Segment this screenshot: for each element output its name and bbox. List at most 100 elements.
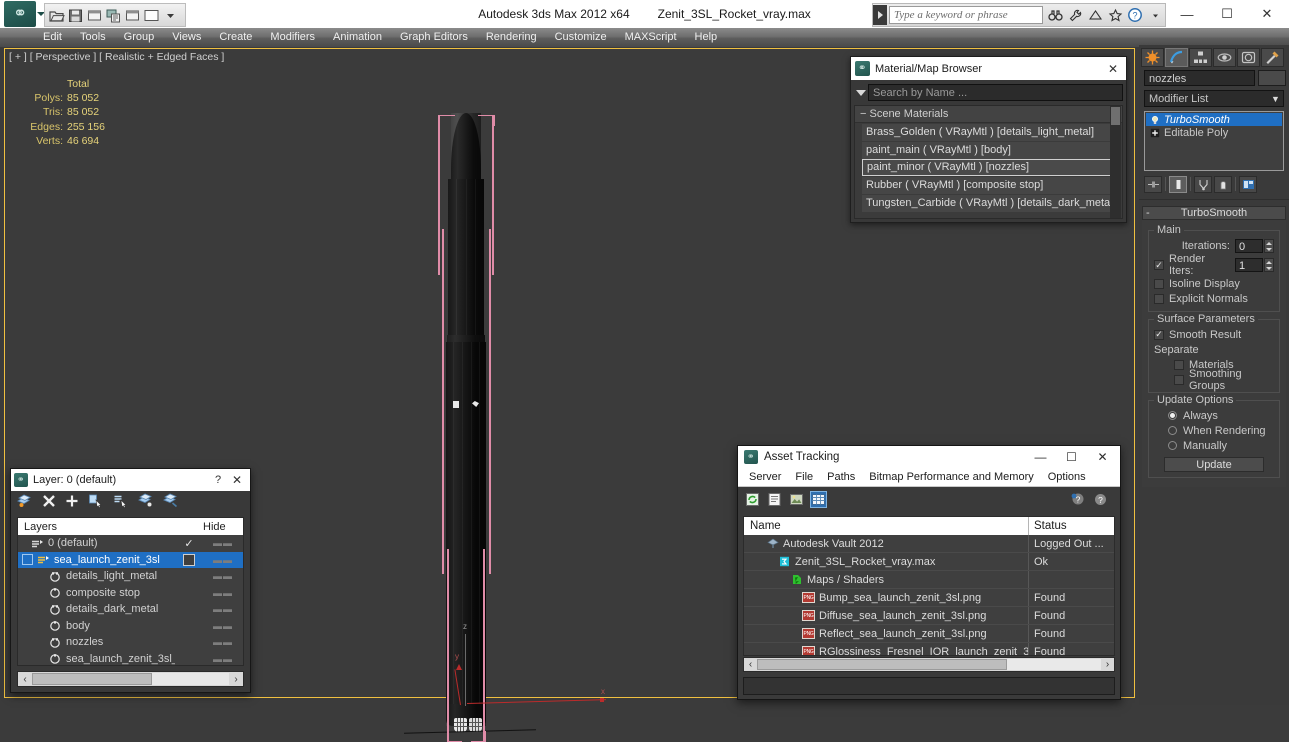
isoline-display-row[interactable]: Isoline Display — [1154, 276, 1274, 291]
menu-item-bitmap-performance[interactable]: Bitmap Performance and Memory — [862, 471, 1040, 483]
asset-row-rglossiness-map[interactable]: PNG RGlossiness_Fresnel_IOR_launch_zenit… — [744, 643, 1114, 655]
smoothing-groups-checkbox[interactable] — [1174, 374, 1184, 385]
scroll-left-icon[interactable]: ‹ — [18, 674, 32, 685]
help-icon[interactable]: ? — [1092, 491, 1109, 508]
add-layer-icon[interactable] — [65, 494, 79, 511]
help-button[interactable]: ? — [209, 474, 227, 486]
plus-box-icon[interactable] — [1148, 127, 1161, 138]
menu-item-edit[interactable]: Edit — [34, 28, 71, 47]
app-logo-icon[interactable]: ⚭ — [4, 1, 36, 27]
layer-hide-cell[interactable]: ▬▬ — [203, 621, 243, 631]
radio-manually[interactable] — [1168, 441, 1177, 450]
menu-item-customize[interactable]: Customize — [546, 28, 616, 47]
show-end-result-icon[interactable] — [1169, 175, 1187, 193]
chevron-down-icon[interactable]: ▼ — [1268, 91, 1283, 106]
update-option-when-rendering[interactable]: When Rendering — [1154, 423, 1274, 438]
select-objects-icon[interactable] — [88, 493, 104, 511]
thumbnail-view-icon[interactable] — [788, 491, 805, 508]
layer-hide-cell[interactable]: ▬▬ — [203, 555, 243, 565]
asset-list[interactable]: Name Status Autodesk Vault 2012 Logged O… — [743, 516, 1115, 656]
gizmo-axis-x[interactable] — [466, 699, 606, 704]
modifier-list-dropdown[interactable]: Modifier List ▼ — [1144, 90, 1284, 107]
layer-row-details-light-metal[interactable]: details_light_metal ▬▬ — [18, 568, 243, 585]
layer-hide-cell[interactable]: ▬▬ — [203, 571, 243, 581]
remove-modifier-icon[interactable] — [1214, 175, 1232, 193]
layer-row-sea-launch-zenit-3sl-v1[interactable]: sea_launch_zenit_3sl_v1 ▬▬ — [18, 651, 243, 668]
star-icon[interactable] — [1105, 5, 1125, 25]
scrollbar-thumb[interactable] — [32, 673, 152, 685]
layer-hide-cell[interactable]: ▬▬ — [203, 604, 243, 614]
help-icon[interactable]: ? — [1125, 5, 1145, 25]
redo-icon[interactable] — [124, 7, 141, 24]
open-icon[interactable] — [48, 7, 65, 24]
radio-when-rendering[interactable] — [1168, 426, 1177, 435]
smoothing-groups-row[interactable]: Smoothing Groups — [1154, 368, 1274, 392]
smooth-result-row[interactable]: Smooth Result — [1154, 327, 1274, 342]
iterations-spinner[interactable]: 0 — [1235, 239, 1274, 253]
menu-item-rendering[interactable]: Rendering — [477, 28, 546, 47]
materials-checkbox[interactable] — [1174, 359, 1184, 370]
menu-item-create[interactable]: Create — [210, 28, 261, 47]
smooth-result-checkbox[interactable] — [1154, 329, 1164, 340]
tab-motion[interactable] — [1213, 47, 1236, 67]
scroll-right-icon[interactable]: › — [1101, 659, 1114, 670]
explicit-normals-row[interactable]: Explicit Normals — [1154, 291, 1274, 306]
layer-row-body[interactable]: body ▬▬ — [18, 618, 243, 635]
layer-dialog-window[interactable]: ⚭ Layer: 0 (default) ? ✕ Layers Hide 0 (… — [10, 468, 251, 693]
asset-horizontal-scrollbar[interactable]: ‹ › — [743, 657, 1115, 672]
menu-item-modifiers[interactable]: Modifiers — [261, 28, 324, 47]
select-highlighted-icon[interactable] — [113, 493, 129, 511]
gizmo-axis-z[interactable] — [465, 634, 466, 706]
maximize-button[interactable]: ☐ — [1056, 446, 1087, 468]
minimize-button[interactable]: — — [1025, 446, 1056, 468]
menu-item-tools[interactable]: Tools — [71, 28, 115, 47]
tab-hierarchy[interactable] — [1189, 47, 1212, 67]
menu-item-views[interactable]: Views — [163, 28, 210, 47]
collapse-icon[interactable]: - — [1146, 207, 1150, 219]
object-name-field[interactable]: nozzles — [1144, 70, 1255, 86]
infocenter-search-input[interactable]: Type a keyword or phrase — [889, 6, 1043, 24]
material-item-rubber[interactable]: Rubber ( VRayMtl ) [composite stop] — [862, 177, 1117, 194]
highlight-selected-icon[interactable] — [138, 493, 154, 511]
object-color-swatch[interactable] — [1258, 70, 1286, 86]
scrollbar-track[interactable] — [32, 673, 229, 685]
infocenter-expand-icon[interactable] — [873, 5, 887, 25]
update-option-always[interactable]: Always — [1154, 408, 1274, 423]
menu-item-options[interactable]: Options — [1041, 471, 1093, 483]
spinner-arrows-icon[interactable] — [1264, 258, 1274, 272]
layer-hide-cell[interactable]: ▬▬ — [203, 538, 243, 548]
stack-item-editable-poly[interactable]: Editable Poly — [1146, 126, 1282, 139]
make-unique-icon[interactable] — [1194, 175, 1212, 193]
search-input[interactable]: Search by Name ... — [868, 84, 1123, 101]
menu-item-file[interactable]: File — [788, 471, 820, 483]
tab-create[interactable] — [1141, 47, 1164, 67]
minimize-button[interactable]: — — [1167, 0, 1207, 28]
layer-list[interactable]: Layers Hide 0 (default) ✓ ▬▬ sea_launch_… — [17, 517, 244, 666]
list-view-icon[interactable] — [766, 491, 783, 508]
asset-row-max-file[interactable]: Zenit_3SL_Rocket_vray.max Ok — [744, 553, 1114, 571]
asset-row-vault[interactable]: Autodesk Vault 2012 Logged Out ... — [744, 535, 1114, 553]
tab-modify[interactable] — [1165, 47, 1188, 67]
lightbulb-icon[interactable] — [1148, 114, 1161, 125]
layer-hide-cell[interactable]: ▬▬ — [203, 637, 243, 647]
modifier-stack[interactable]: TurboSmooth Editable Poly — [1144, 111, 1284, 171]
chevron-down-icon[interactable] — [162, 7, 179, 24]
hide-layer-icon[interactable] — [163, 493, 179, 511]
layer-row-details-dark-metal[interactable]: details_dark_metal ▬▬ — [18, 601, 243, 618]
tab-display[interactable] — [1237, 47, 1260, 67]
tab-utilities[interactable] — [1261, 47, 1284, 67]
layer-row-nozzles[interactable]: nozzles ▬▬ — [18, 634, 243, 651]
menu-item-paths[interactable]: Paths — [820, 471, 862, 483]
scrollbar-thumb[interactable] — [1111, 107, 1120, 125]
menu-item-graph-editors[interactable]: Graph Editors — [391, 28, 477, 47]
asset-row-bump-map[interactable]: PNG Bump_sea_launch_zenit_3sl.png Found — [744, 589, 1114, 607]
material-browser-list[interactable]: − Scene Materials Brass_Golden ( VRayMtl… — [854, 105, 1123, 219]
material-item-paint-main[interactable]: paint_main ( VRayMtl ) [body] — [862, 142, 1117, 159]
layer-row-composite-stop[interactable]: composite stop ▬▬ — [18, 585, 243, 602]
iterations-value[interactable]: 0 — [1235, 239, 1263, 253]
close-button[interactable]: ✕ — [1247, 0, 1287, 28]
layer-row-0-default[interactable]: 0 (default) ✓ ▬▬ — [18, 535, 243, 552]
binoculars-icon[interactable] — [1045, 5, 1065, 25]
maximize-button[interactable]: ☐ — [1207, 0, 1247, 28]
refresh-icon[interactable] — [744, 491, 761, 508]
